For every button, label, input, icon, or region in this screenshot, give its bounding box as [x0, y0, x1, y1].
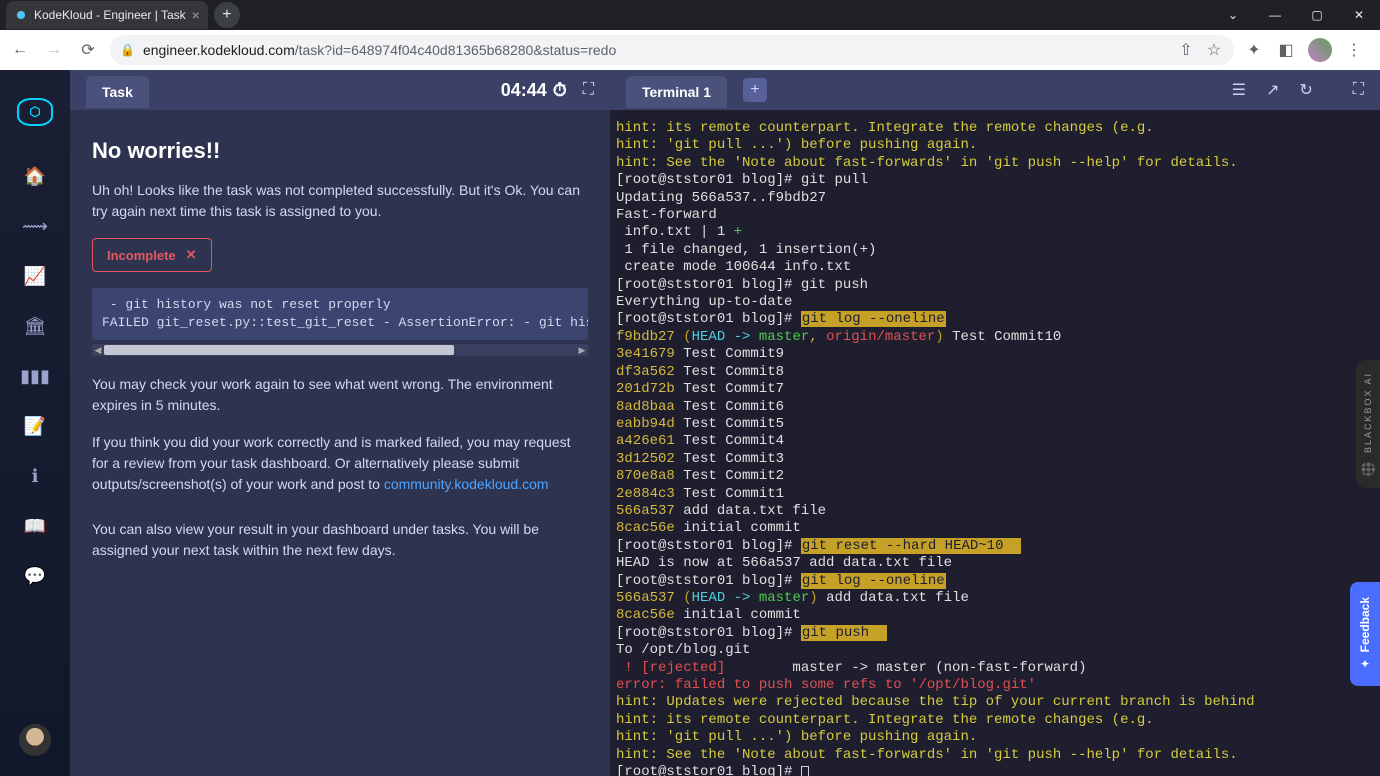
add-terminal-button[interactable]: +	[743, 78, 767, 102]
x-icon: ✕	[186, 247, 197, 263]
path-icon[interactable]: ⟿	[23, 214, 47, 238]
sparkle-icon: ✦	[1360, 657, 1370, 671]
browser-tab[interactable]: KodeKloud - Engineer | Task ×	[6, 1, 208, 29]
chart-icon[interactable]: 📈	[23, 264, 47, 288]
history-icon[interactable]: ↻	[1299, 80, 1312, 100]
minimize-button[interactable]: ―	[1254, 0, 1296, 30]
terminal-panel: Terminal 1 + ☰ ↗ ↻ ⛶ hint: its remote co…	[610, 70, 1380, 776]
leaderboard-icon[interactable]: ▮▮▮	[23, 364, 47, 388]
scroll-right-icon[interactable]: ▶	[576, 345, 588, 356]
feedback-tab[interactable]: Feedback ✦	[1350, 582, 1380, 686]
notes-icon[interactable]: 📝	[23, 414, 47, 438]
scroll-left-icon[interactable]: ◀	[92, 345, 104, 356]
tab-title: KodeKloud - Engineer | Task	[34, 8, 186, 22]
error-log-scrollbar[interactable]: ◀ ▶	[92, 344, 588, 356]
maximize-button[interactable]: ▢	[1296, 0, 1338, 30]
app-logo[interactable]: ⬡	[17, 98, 53, 126]
star-icon[interactable]: ☆	[1204, 40, 1224, 60]
share-icon[interactable]: ⇧	[1176, 40, 1196, 60]
open-external-icon[interactable]: ↗	[1266, 80, 1279, 100]
blackbox-logo-icon	[1361, 462, 1375, 476]
url-host: engineer.kodekloud.com	[143, 42, 295, 58]
terminal-output[interactable]: hint: its remote counterpart. Integrate …	[610, 110, 1380, 776]
feedback-label: Feedback	[1358, 597, 1372, 652]
fullscreen-icon[interactable]: ⛶	[583, 81, 594, 99]
scrollbar-thumb[interactable]	[104, 345, 454, 355]
lock-icon: 🔒	[120, 43, 135, 57]
tab-favicon	[14, 8, 28, 22]
terminal-cursor	[801, 766, 809, 776]
back-button[interactable]: ←	[8, 38, 32, 62]
hamburger-icon[interactable]: ☰	[1232, 80, 1246, 100]
task-panel: Task 04:44 ⏱ ⛶ No worries!! Uh oh! Looks…	[70, 70, 610, 776]
home-icon[interactable]: 🏠	[23, 164, 47, 188]
info-icon[interactable]: ℹ	[23, 464, 47, 488]
hint-2: If you think you did your work correctly…	[92, 432, 588, 495]
app-sidebar: ⬡ 🏠 ⟿ 📈 🏛 ▮▮▮ 📝 ℹ 📖 💬	[0, 70, 70, 776]
forward-button[interactable]: →	[42, 38, 66, 62]
timer-value: 04:44	[501, 80, 547, 101]
hint-3: You can also view your result in your da…	[92, 519, 588, 561]
reload-button[interactable]: ⟳	[76, 38, 100, 62]
sidepanel-icon[interactable]: ◧	[1276, 40, 1296, 60]
task-tab[interactable]: Task	[86, 76, 149, 108]
extensions-icon[interactable]: ✦	[1244, 40, 1264, 60]
task-subtitle: Uh oh! Looks like the task was not compl…	[92, 180, 588, 222]
profile-avatar[interactable]	[1308, 38, 1332, 62]
task-timer: 04:44 ⏱	[501, 80, 567, 101]
fullscreen-terminal-icon[interactable]: ⛶	[1353, 81, 1364, 99]
address-bar[interactable]: 🔒 engineer.kodekloud.com/task?id=648974f…	[110, 35, 1234, 65]
incomplete-badge: Incomplete ✕	[92, 238, 212, 272]
hint-1: You may check your work again to see wha…	[92, 374, 588, 416]
error-log: - git history was not reset properly FAI…	[92, 288, 588, 340]
blackbox-label: BLACKBOX AI	[1363, 372, 1373, 453]
community-link[interactable]: community.kodekloud.com	[384, 476, 549, 492]
task-title: No worries!!	[92, 138, 588, 164]
browser-tab-strip: KodeKloud - Engineer | Task × + ⌄ ― ▢ ✕	[0, 0, 1380, 30]
clock-icon: ⏱	[553, 80, 567, 101]
new-tab-button[interactable]: +	[214, 2, 240, 28]
url-bar: ← → ⟳ 🔒 engineer.kodekloud.com/task?id=6…	[0, 30, 1380, 70]
blackbox-ai-tab[interactable]: BLACKBOX AI	[1356, 360, 1380, 488]
badge-label: Incomplete	[107, 248, 176, 263]
chrome-dropdown-button[interactable]: ⌄	[1212, 0, 1254, 30]
terminal-header: Terminal 1 + ☰ ↗ ↻ ⛶	[610, 70, 1380, 110]
terminal-tab[interactable]: Terminal 1	[626, 76, 727, 108]
castle-icon[interactable]: 🏛	[23, 314, 47, 338]
book-icon[interactable]: 📖	[23, 514, 47, 538]
task-body: No worries!! Uh oh! Looks like the task …	[70, 110, 610, 605]
task-header: Task 04:44 ⏱ ⛶	[70, 70, 610, 110]
close-window-button[interactable]: ✕	[1338, 0, 1380, 30]
close-icon[interactable]: ×	[192, 7, 200, 23]
menu-icon[interactable]: ⋮	[1344, 40, 1364, 60]
user-avatar[interactable]	[19, 724, 51, 756]
url-path: /task?id=648974f04c40d81365b68280&status…	[295, 42, 617, 58]
chat-icon[interactable]: 💬	[23, 564, 47, 588]
